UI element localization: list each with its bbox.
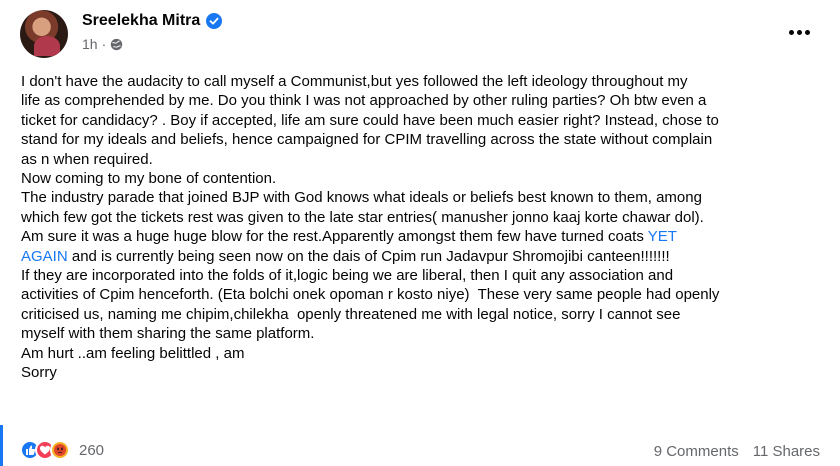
post-line: The industry parade that joined BJP with…: [21, 189, 702, 207]
yet-again-link[interactable]: YET: [648, 228, 677, 245]
post-line: stand for my ideals and beliefs, hence c…: [21, 131, 713, 149]
post-header: Sreelekha Mitra 1h ·: [20, 8, 820, 58]
post-line: activities of Cpim henceforth. (Eta bolc…: [21, 286, 720, 304]
globe-icon[interactable]: [110, 38, 123, 51]
post-meta: 1h ·: [82, 36, 123, 52]
post-line: AGAIN and is currently being seen now on…: [21, 247, 826, 266]
post-line: criticised us, naming me chipim,chilekha…: [21, 305, 681, 323]
angry-reaction-icon: [50, 440, 70, 460]
post-line: Sorry: [21, 364, 57, 382]
author-name[interactable]: Sreelekha Mitra: [82, 12, 200, 30]
engagement-stats: 9 Comments 11 Shares: [654, 443, 820, 460]
verified-badge-icon: [206, 13, 223, 29]
post-line: life as comprehended by me. Do you think…: [21, 92, 707, 110]
meta-separator: ·: [101, 36, 107, 52]
post-line: If they are incorporated into the folds …: [21, 267, 674, 285]
post-line: myself with them sharing the same platfo…: [21, 325, 315, 343]
post-line: Am hurt ..am feeling belittled , am: [21, 344, 245, 362]
avatar[interactable]: [20, 10, 68, 58]
post-line: as n when required.: [21, 150, 153, 168]
post-line: I don't have the audacity to call myself…: [21, 73, 688, 90]
post-body: I don't have the audacity to call myself…: [21, 72, 826, 383]
reaction-count[interactable]: 260: [79, 442, 104, 459]
post-timestamp[interactable]: 1h: [82, 36, 98, 52]
dot: [796, 29, 802, 35]
post-line-text: and is currently being seen now on the d…: [67, 247, 670, 265]
post-line: which few got the tickets rest was given…: [21, 208, 704, 226]
post-line: ticket for candidacy? . Boy if accepted,…: [21, 111, 719, 129]
yet-again-link-cont[interactable]: AGAIN: [21, 248, 68, 265]
left-accent-bar: [0, 425, 3, 466]
shares-count[interactable]: 11 Shares: [753, 443, 820, 460]
dot: [788, 29, 794, 35]
comments-count[interactable]: 9 Comments: [654, 443, 739, 460]
post-line: Now coming to my bone of contention.: [21, 170, 277, 188]
post-footer: 260 9 Comments 11 Shares: [20, 440, 820, 464]
author-row: Sreelekha Mitra: [82, 12, 223, 30]
post-line-text: Am sure it was a huge huge blow for the …: [21, 228, 648, 246]
dot: [804, 29, 810, 35]
reactions-summary[interactable]: 260: [20, 440, 104, 460]
post-line: Am sure it was a huge huge blow for the …: [21, 227, 826, 246]
more-options-icon[interactable]: [784, 20, 814, 44]
